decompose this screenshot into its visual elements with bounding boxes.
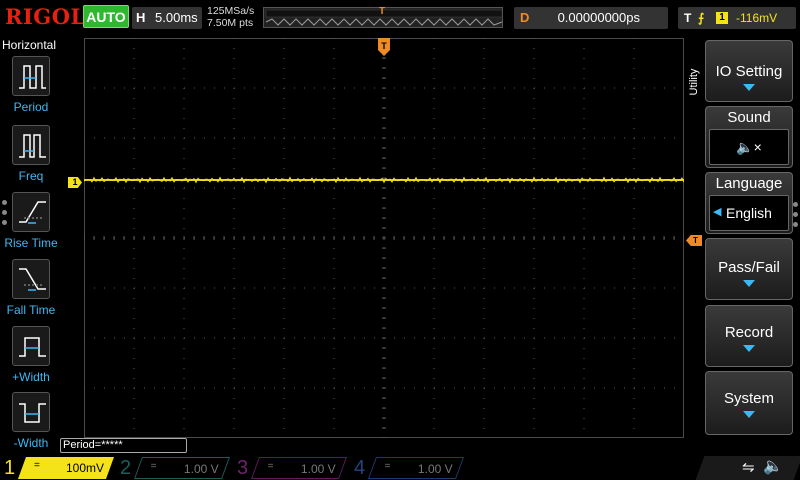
record-button[interactable]: Record	[705, 305, 793, 367]
speaker-muted-icon: 🔈×	[709, 129, 789, 165]
measurement-category-title: Horizontal	[2, 38, 57, 52]
rise-time-icon	[12, 192, 50, 232]
measurement-panel: Horizontal Period Freq Rise Time Fall Ti…	[0, 36, 60, 454]
submenu-arrow-icon	[743, 280, 755, 287]
channel-1-tab[interactable]: 1 = 100mV	[4, 456, 115, 480]
measure-frequency-button[interactable]: Freq	[0, 125, 62, 191]
channel-4-number: 4	[354, 457, 366, 479]
dc-coupling-icon: =	[34, 460, 40, 471]
memory-trigger-marker: T	[379, 6, 386, 17]
language-button[interactable]: Language ◀ English	[705, 172, 793, 234]
timebase-label: H	[136, 10, 146, 25]
submenu-arrow-icon	[743, 411, 755, 418]
period-icon	[12, 56, 50, 96]
delay-label: D	[520, 10, 530, 25]
run-state-badge[interactable]: AUTO	[83, 5, 129, 28]
channel-4-scale: 1.00 V	[417, 462, 453, 476]
sample-rate: 125MSa/s	[207, 5, 255, 17]
acquisition-info: 125MSa/s 7.50M pts	[207, 5, 254, 29]
frequency-icon	[12, 125, 50, 165]
trigger-label: T	[684, 11, 692, 25]
measure-period-button[interactable]: Period	[0, 56, 62, 122]
right-menu-page-indicator	[793, 202, 799, 232]
language-value-box: ◀ English	[709, 195, 789, 231]
pass-fail-button[interactable]: Pass/Fail	[705, 238, 793, 300]
language-value: English	[726, 205, 772, 221]
channel-3-tab[interactable]: 3 = 1.00 V	[237, 456, 348, 480]
record-label: Record	[724, 324, 774, 341]
brand-logo: RIGOL	[5, 4, 86, 29]
measure-fall-time-label: Fall Time	[6, 303, 56, 317]
sound-button[interactable]: Sound 🔈×	[705, 106, 793, 168]
left-panel-page-indicator	[2, 200, 8, 230]
usb-icon: ⇋	[742, 459, 755, 476]
dc-coupling-icon: =	[150, 461, 157, 472]
measure-positive-width-button[interactable]: +Width	[0, 326, 62, 392]
period-measurement-readout: Period=*****	[60, 438, 187, 453]
measure-rise-time-button[interactable]: Rise Time	[0, 192, 62, 258]
timebase-value: 5.00ms	[155, 10, 198, 25]
trigger-indicator[interactable]: T ⨍ 1 -116mV	[678, 7, 796, 29]
utility-tab-label: Utility	[688, 68, 700, 96]
channel-2-scale: 1.00 V	[183, 462, 219, 476]
channel-2-tab[interactable]: 2 = 1.00 V	[120, 456, 231, 480]
measure-positive-width-label: +Width	[12, 370, 50, 384]
channel-1-scale: 100mV	[65, 461, 105, 475]
channel-3-number: 3	[237, 457, 249, 479]
language-label: Language	[715, 175, 783, 192]
rising-edge-icon: ⨍	[698, 11, 705, 25]
trigger-source: 1	[716, 12, 728, 24]
top-status-bar: RIGOL AUTO H 5.00ms 125MSa/s 7.50M pts T…	[0, 0, 800, 36]
channel-2-scale-box: = 1.00 V	[133, 457, 231, 479]
io-setting-label: IO Setting	[715, 63, 783, 80]
negative-width-icon	[12, 392, 50, 432]
system-button[interactable]: System	[705, 371, 793, 435]
channel-4-scale-box: = 1.00 V	[367, 457, 465, 479]
memory-depth: 7.50M pts	[207, 17, 254, 29]
channel-1-number: 1	[4, 457, 16, 479]
measure-rise-time-label: Rise Time	[4, 236, 58, 250]
submenu-arrow-icon	[743, 345, 755, 352]
delay-indicator[interactable]: D 0.00000000ps	[514, 7, 668, 29]
svg-text:T: T	[381, 41, 387, 51]
measure-negative-width-button[interactable]: -Width	[0, 392, 62, 458]
positive-width-icon	[12, 326, 50, 366]
chevron-left-icon: ◀	[713, 206, 722, 218]
measure-fall-time-button[interactable]: Fall Time	[0, 259, 62, 325]
submenu-arrow-icon	[743, 84, 755, 91]
measure-period-label: Period	[13, 100, 49, 114]
trigger-position-marker[interactable]: T	[378, 38, 390, 56]
system-label: System	[723, 390, 774, 407]
channel-1-offset-marker[interactable]: 1	[68, 177, 82, 188]
channel-status-bar: 1 = 100mV 2 = 1.00 V 3 = 1.00 V 4 = 1.00…	[0, 454, 800, 480]
delay-value: 0.00000000ps	[557, 10, 640, 25]
fall-time-icon	[12, 259, 50, 299]
trigger-level-value: -116mV	[736, 11, 778, 25]
sound-label: Sound	[727, 109, 771, 126]
timebase-indicator[interactable]: H 5.00ms	[132, 7, 202, 29]
dc-coupling-icon: =	[384, 461, 391, 472]
memory-overview-strip[interactable]: T	[263, 6, 503, 28]
trigger-level-marker[interactable]: T	[686, 235, 702, 246]
utility-menu-tab[interactable]: Utility	[686, 40, 704, 130]
channel-3-scale-box: = 1.00 V	[250, 457, 348, 479]
dc-coupling-icon: =	[267, 461, 274, 472]
measure-frequency-label: Freq	[18, 169, 44, 183]
channel-2-number: 2	[120, 457, 132, 479]
speaker-muted-icon: 🔈	[763, 458, 783, 475]
channel-4-tab[interactable]: 4 = 1.00 V	[354, 456, 465, 480]
pass-fail-label: Pass/Fail	[718, 259, 780, 276]
measure-negative-width-label: -Width	[13, 436, 49, 450]
waveform-graticule	[84, 38, 684, 438]
io-setting-button[interactable]: IO Setting	[705, 40, 793, 102]
channel-3-scale: 1.00 V	[300, 462, 336, 476]
channel-1-scale-box: = 100mV	[17, 457, 115, 479]
